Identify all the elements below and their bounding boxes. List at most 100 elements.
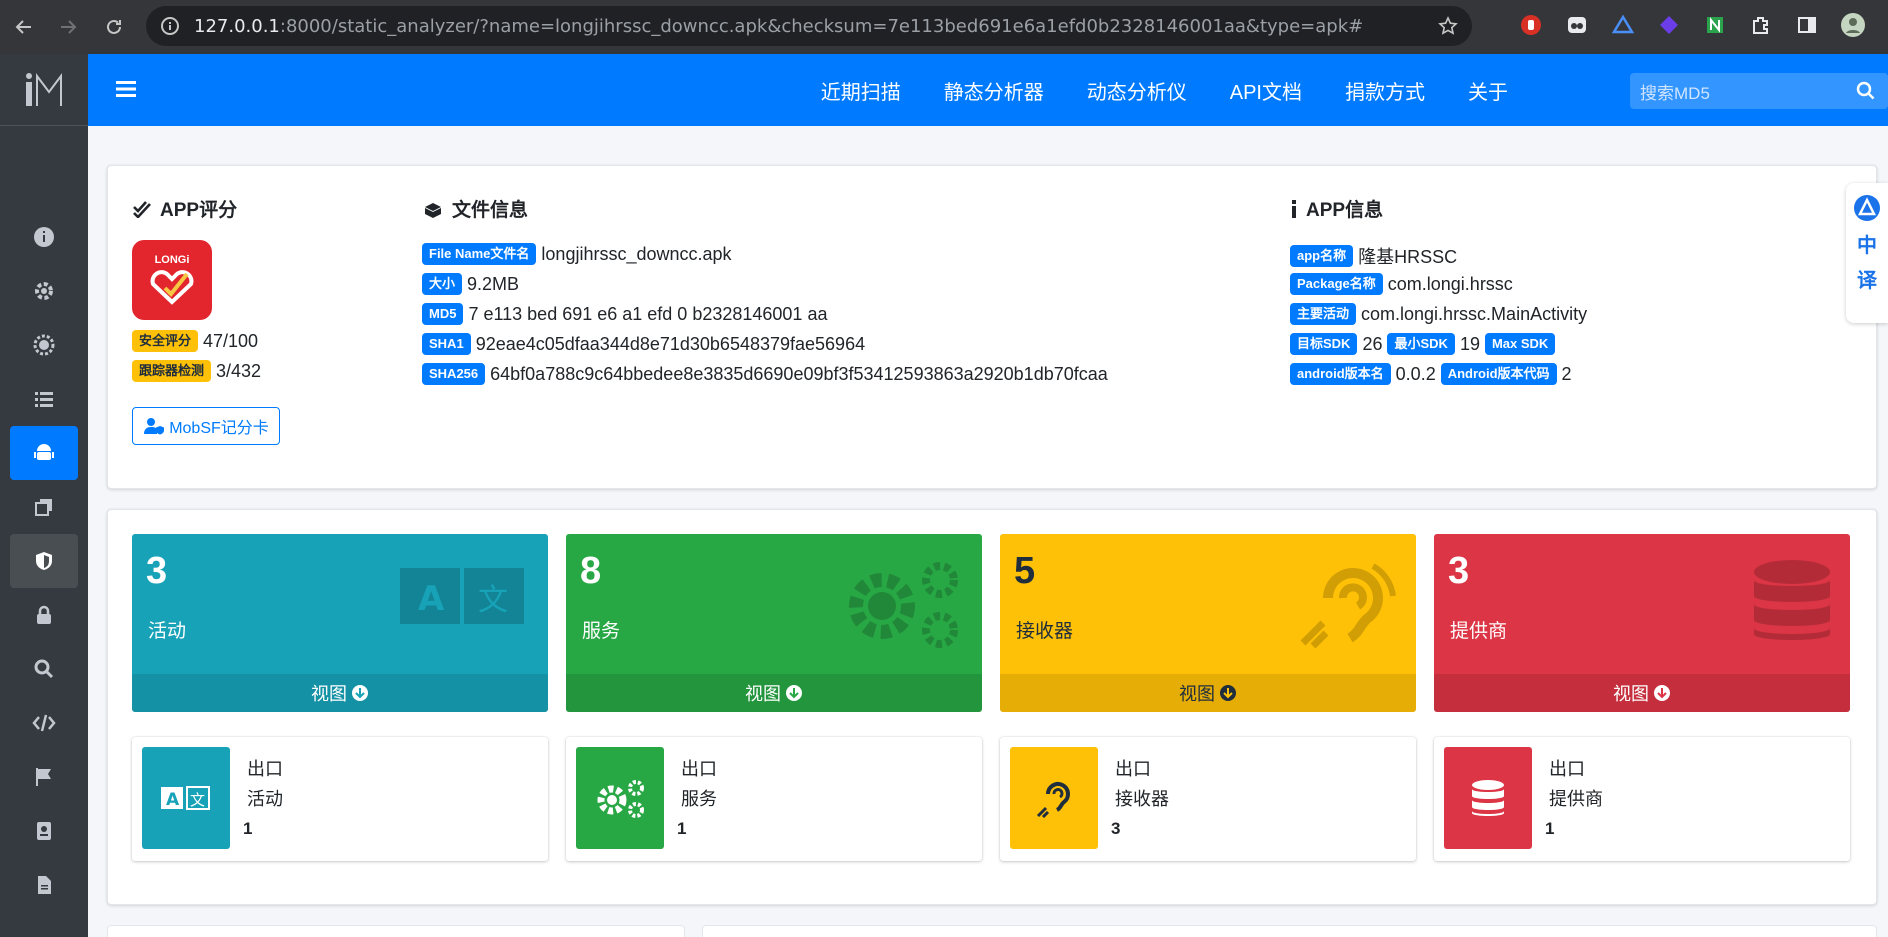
database-icon [1444,747,1532,849]
triangle-extension-icon[interactable] [1610,12,1636,38]
sidebar-id-badge-icon[interactable] [10,804,78,858]
mobsf-scorecard-button[interactable]: MobSF记分卡 [132,407,280,445]
exported-activities-label: 活动 [247,789,283,809]
translate-widget[interactable]: 中 译 [1846,183,1888,323]
browser-chrome: 127.0.0.1:8000/static_analyzer/?name=lon… [0,0,1888,54]
app-info-title-text: APP信息 [1306,200,1384,221]
sha1-row: SHA1 92eae4c05dfaa344d8e71d30b6548379fae5… [422,333,865,355]
nav-api-docs[interactable]: API文档 [1230,76,1302,105]
file-info-title-text: 文件信息 [452,200,529,221]
exported-activities-count: 1 [243,819,253,838]
providers-view-label: 视图 [1613,684,1649,704]
tracker-detection-row: 跟踪器检测 3/432 [132,360,261,382]
sha256-badge: SHA256 [422,363,486,385]
sidebar-list-icon[interactable] [10,372,78,426]
sha1-value: 92eae4c05dfaa344d8e71d30b6548379fae56964 [475,333,866,354]
cogs-icon [849,562,958,648]
nav-dynamic-analyzer[interactable]: 动态分析仪 [1087,76,1187,105]
activities-view-button[interactable]: 视图 [132,674,548,712]
exported-providers-title: 出口 [1549,759,1585,779]
url-text: 127.0.0.1:8000/static_analyzer/?name=lon… [194,16,1363,37]
md5-badge: MD5 [422,303,464,325]
min-sdk-value: 19 [1459,333,1480,354]
sidebar-lock-icon[interactable] [10,588,78,642]
components-card: 3 活动 A文 视图 8 服务 视图 5 接收器 视图 3 提供商 视图 A 文… [107,509,1877,905]
arrow-circle-down-icon [1654,685,1670,701]
exported-receivers-title: 出口 [1115,759,1151,779]
exported-services-label: 服务 [681,789,717,809]
svg-text:文: 文 [190,791,205,809]
md5-search-input[interactable]: 搜索MD5 [1630,73,1888,109]
version-row: android版本名 0.0.2 Android版本代码 2 [1290,363,1572,385]
search-icon[interactable] [1856,81,1876,101]
file-name-row: File Name文件名 longjihrssc_downcc.apk [422,243,732,265]
sidebar-flag-icon[interactable] [10,750,78,804]
providers-label: 提供商 [1450,621,1508,642]
bookmark-star-icon[interactable] [1438,16,1458,36]
app-icon: LONGi [132,240,212,320]
tracker-detection-value: 3/432 [216,360,262,381]
sha256-value: 64bf0a788c9c64bbedee8e3835d6690e09bf3f53… [490,363,1108,384]
file-info-title: 文件信息 [422,195,528,222]
security-score-row: 安全评分 47/100 [132,330,258,352]
nav-about[interactable]: 关于 [1468,76,1508,105]
sdk-row: 目标SDK 26 最小SDK 19 Max SDK [1290,333,1556,355]
exported-providers-label: 提供商 [1549,789,1603,809]
sidebar-shield-icon[interactable] [10,534,78,588]
providers-tile: 3 提供商 视图 [1434,534,1850,712]
providers-view-button[interactable]: 视图 [1434,674,1850,712]
sidebar-file-icon[interactable] [10,858,78,912]
url-host: 127.0.0.1 [194,15,280,37]
sidebar-settings-icon[interactable] [10,264,78,318]
services-view-button[interactable]: 视图 [566,674,982,712]
mobsf-logo[interactable] [0,54,88,126]
nav-recent-scans[interactable]: 近期扫描 [821,76,901,105]
sidebar-copy-icon[interactable] [10,480,78,534]
assistive-listening-icon [1010,747,1098,849]
sidebar [0,54,88,937]
receivers-view-button[interactable]: 视图 [1000,674,1416,712]
forward-icon[interactable] [48,7,88,47]
app-score-title: APP评分 [132,195,237,222]
address-bar[interactable]: 127.0.0.1:8000/static_analyzer/?name=lon… [146,6,1472,46]
nav-donate[interactable]: 捐款方式 [1345,76,1425,105]
search-placeholder: 搜索MD5 [1640,83,1710,103]
main-activity-badge: 主要活动 [1290,303,1357,325]
back-icon[interactable] [4,7,44,47]
scorecard-button-label: MobSF记分卡 [169,420,269,437]
puzzle-extensions-icon[interactable] [1748,12,1774,38]
hamburger-menu-icon[interactable] [116,80,136,103]
profile-avatar-icon[interactable] [1840,12,1866,38]
target-sdk-badge: 目标SDK [1290,333,1358,355]
reload-icon[interactable] [94,7,134,47]
exported-services-title: 出口 [681,759,717,779]
box-open-icon [425,202,441,218]
services-view-label: 视图 [745,684,781,704]
sidebar-cog-icon[interactable] [10,318,78,372]
app-icon-text: LONGi [154,254,190,266]
diamond-extension-icon[interactable] [1656,12,1682,38]
exported-receivers-count: 3 [1111,819,1121,838]
user-shield-icon [144,418,165,435]
lower-card-left [107,925,685,937]
check-double-icon [133,200,151,218]
glasses-extension-icon[interactable] [1564,12,1590,38]
sidebar-code-icon[interactable] [10,696,78,750]
arrow-circle-down-icon [1220,685,1236,701]
site-info-icon[interactable] [160,16,180,36]
sidepanel-icon[interactable] [1794,12,1820,38]
app-heart-logo-icon [150,270,194,305]
adblock-extension-icon[interactable] [1518,12,1544,38]
services-count: 8 [580,550,602,592]
extensions-bar [1518,12,1866,38]
min-sdk-badge: 最小SDK [1387,333,1455,355]
exported-receivers-box: 出口 接收器 3 [1000,737,1416,861]
version-code-value: 2 [1561,363,1572,384]
nav-static-analyzer[interactable]: 静态分析器 [944,76,1044,105]
sidebar-info-icon[interactable] [10,210,78,264]
sidebar-android-icon[interactable] [10,426,78,480]
translate-char-2: 译 [1857,270,1877,292]
sidebar-search-icon[interactable] [10,642,78,696]
n-extension-icon[interactable] [1702,12,1728,38]
services-label: 服务 [582,621,621,642]
